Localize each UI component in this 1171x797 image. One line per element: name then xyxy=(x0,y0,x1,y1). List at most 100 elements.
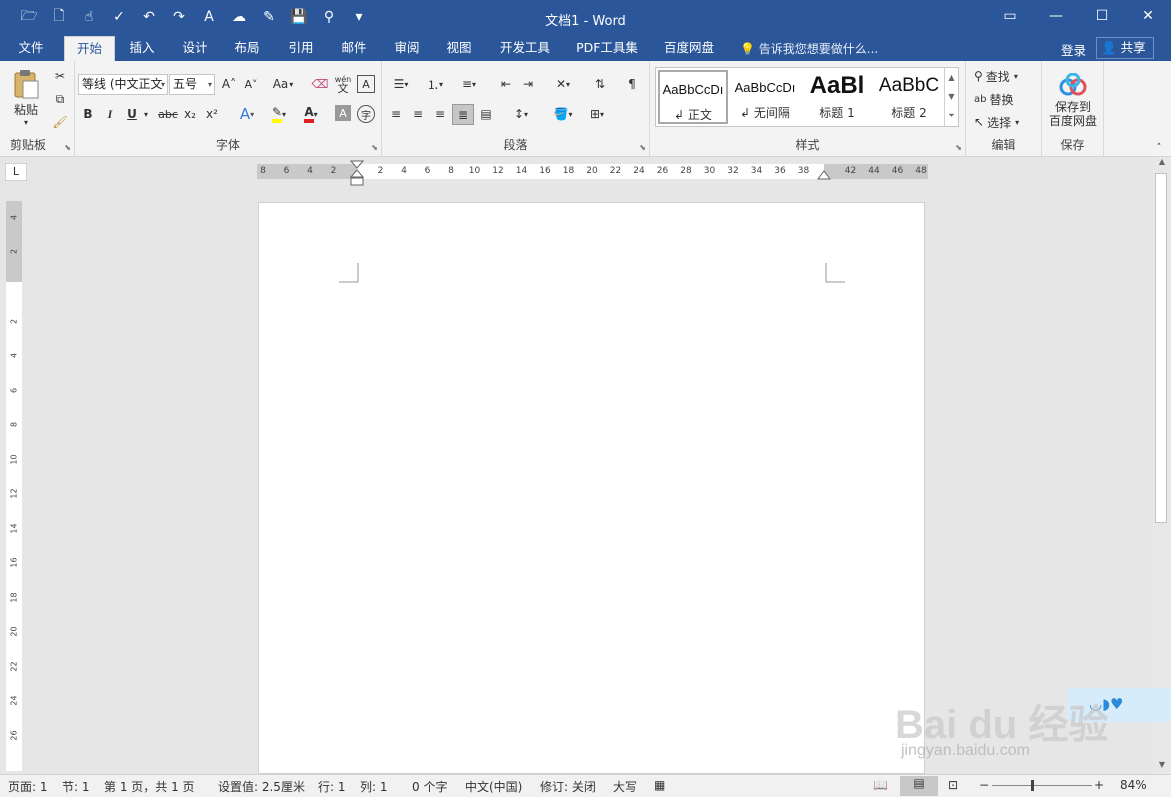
enclose-characters-icon[interactable]: 字 xyxy=(357,105,375,123)
tab-review[interactable]: 审阅 xyxy=(385,36,429,61)
print-layout-icon[interactable]: ▤ xyxy=(900,776,938,796)
chinese-layout-icon[interactable]: ✕ ▾ xyxy=(548,75,578,93)
status-column[interactable]: 列: 1 xyxy=(360,778,388,795)
collapse-ribbon-icon[interactable]: ˄ xyxy=(1151,141,1167,155)
grow-font-button[interactable]: A˄ xyxy=(220,75,238,93)
style-heading-2[interactable]: AaBbC 标题 2 xyxy=(874,70,944,124)
document-page[interactable] xyxy=(258,202,925,774)
style-no-spacing[interactable]: AaBbCcDı ↲ 无间隔 xyxy=(730,70,800,124)
line-spacing-icon[interactable]: ↕ ▾ xyxy=(506,105,536,123)
status-track-changes[interactable]: 修订: 关闭 xyxy=(540,778,596,795)
zoom-out-button[interactable]: − xyxy=(979,778,989,792)
find-button[interactable]: ⚲ 查找 ▾ xyxy=(974,67,1038,85)
status-setting[interactable]: 设置值: 2.5厘米 xyxy=(218,778,305,795)
paragraph-dialog-launcher-icon[interactable]: ⬊ xyxy=(639,143,646,152)
status-caps-lock[interactable]: 大写 xyxy=(613,778,637,795)
maximize-button[interactable]: ☐ xyxy=(1079,0,1125,32)
borders-icon[interactable]: ⊞ ▾ xyxy=(582,105,612,123)
scroll-up-arrow-icon[interactable]: ▲ xyxy=(1153,157,1171,171)
underline-button[interactable]: U xyxy=(123,105,141,123)
copy-icon[interactable]: ⧉ xyxy=(50,90,70,108)
ribbon-display-options-icon[interactable]: ▭ xyxy=(987,0,1033,32)
zoom-slider-thumb[interactable] xyxy=(1031,780,1034,791)
select-button[interactable]: ↖ 选择 ▾ xyxy=(974,113,1038,131)
paste-button[interactable]: 粘贴 ▾ xyxy=(6,67,46,129)
bullets-icon[interactable]: ☰ ▾ xyxy=(386,75,416,93)
character-shading-icon[interactable]: A xyxy=(335,105,351,121)
zoom-in-button[interactable]: + xyxy=(1094,778,1104,792)
shading-icon[interactable]: 🪣 ▾ xyxy=(548,105,578,123)
zoom-slider-track[interactable] xyxy=(992,785,1092,786)
vertical-ruler[interactable]: 4 2 2 4 6 8 10 12 14 16 18 20 22 24 26 xyxy=(6,201,22,771)
font-name-combo[interactable]: 等线 (中文正文 ▾ xyxy=(78,74,168,95)
tell-me-box[interactable]: 💡 告诉我您想要做什么... xyxy=(740,40,878,57)
underline-dropdown-icon[interactable]: ▾ xyxy=(141,105,151,123)
more-styles-icon[interactable]: ⏷ xyxy=(945,106,958,125)
paste-dropdown-icon[interactable]: ▾ xyxy=(24,118,28,127)
increase-indent-icon[interactable]: ⇥ xyxy=(518,75,538,93)
right-indent-marker-icon[interactable] xyxy=(817,170,831,180)
save-to-baidu-netdisk-button[interactable]: 保存到 百度网盘 xyxy=(1044,67,1102,133)
tab-layout[interactable]: 布局 xyxy=(225,36,269,61)
italic-button[interactable]: I xyxy=(101,105,119,123)
highlight-color-icon[interactable]: ✎ ▾ xyxy=(265,105,293,123)
superscript-button[interactable]: x² xyxy=(203,105,221,123)
scroll-up-icon[interactable]: ▲ xyxy=(945,68,958,87)
scrollbar-thumb[interactable] xyxy=(1155,173,1167,523)
character-border-icon[interactable]: A xyxy=(357,75,375,93)
clipboard-dialog-launcher-icon[interactable]: ⬊ xyxy=(64,143,71,152)
login-link[interactable]: 登录 xyxy=(1061,40,1086,59)
phonetic-guide-button[interactable]: wén 文 xyxy=(333,73,353,95)
numbering-icon[interactable]: ⒈ ▾ xyxy=(420,75,450,93)
tab-design[interactable]: 设计 xyxy=(173,36,217,61)
style-normal[interactable]: AaBbCcDı ↲ 正文 xyxy=(658,70,728,124)
tab-pdf-tools[interactable]: PDF工具集 xyxy=(571,36,643,61)
tab-baidu-netdisk[interactable]: 百度网盘 xyxy=(657,36,721,61)
align-right-icon[interactable]: ≡ xyxy=(430,105,450,123)
format-painter-icon[interactable]: 🖌 xyxy=(50,113,70,131)
tab-file[interactable]: 文件 xyxy=(8,36,54,61)
multilevel-list-icon[interactable]: ≡ ▾ xyxy=(454,75,484,93)
decrease-indent-icon[interactable]: ⇤ xyxy=(496,75,516,93)
share-button[interactable]: 👤 共享 xyxy=(1096,37,1154,59)
bold-button[interactable]: B xyxy=(79,105,97,123)
indent-markers-icon[interactable] xyxy=(350,160,364,186)
macro-record-icon[interactable]: ▦ xyxy=(654,778,665,792)
tab-mailings[interactable]: 邮件 xyxy=(332,36,376,61)
status-language[interactable]: 中文(中国) xyxy=(465,778,522,795)
cut-icon[interactable]: ✂ xyxy=(50,67,70,85)
font-color-icon[interactable]: A ▾ xyxy=(297,105,325,123)
align-left-icon[interactable]: ≡ xyxy=(386,105,406,123)
tab-references[interactable]: 引用 xyxy=(279,36,323,61)
subscript-button[interactable]: x₂ xyxy=(181,105,199,123)
scroll-down-icon[interactable]: ▼ xyxy=(945,87,958,106)
tab-developer[interactable]: 开发工具 xyxy=(494,36,556,61)
strikethrough-button[interactable]: abc xyxy=(157,105,179,123)
text-effects-icon[interactable]: A ▾ xyxy=(233,105,261,123)
styles-gallery-scroller[interactable]: ▲ ▼ ⏷ xyxy=(944,68,958,126)
style-heading-1[interactable]: AaBl 标题 1 xyxy=(802,70,872,124)
distributed-icon[interactable]: ▤ xyxy=(476,105,496,123)
tab-insert[interactable]: 插入 xyxy=(120,36,164,61)
status-page[interactable]: 页面: 1 xyxy=(8,778,48,795)
web-layout-icon[interactable]: ⊡ xyxy=(948,778,958,792)
tab-home[interactable]: 开始 xyxy=(64,36,115,61)
zoom-level[interactable]: 84% xyxy=(1120,778,1147,792)
show-formatting-icon[interactable]: ¶ xyxy=(622,75,642,93)
minimize-button[interactable]: — xyxy=(1033,0,1079,32)
change-case-button[interactable]: Aa ▾ xyxy=(270,75,296,93)
close-button[interactable]: ✕ xyxy=(1125,0,1171,32)
styles-dialog-launcher-icon[interactable]: ⬊ xyxy=(955,143,962,152)
read-mode-icon[interactable]: 📖 xyxy=(873,778,888,792)
justify-icon[interactable]: ≣ xyxy=(452,104,474,125)
replace-button[interactable]: ab 替换 xyxy=(974,90,1038,108)
sort-icon[interactable]: ⇅ xyxy=(590,75,610,93)
align-center-icon[interactable]: ≡ xyxy=(408,105,428,123)
status-section[interactable]: 节: 1 xyxy=(62,778,90,795)
font-dialog-launcher-icon[interactable]: ⬊ xyxy=(371,143,378,152)
tab-view[interactable]: 视图 xyxy=(437,36,481,61)
shrink-font-button[interactable]: A˅ xyxy=(242,75,260,93)
status-word-count[interactable]: 0 个字 xyxy=(412,778,447,795)
status-line[interactable]: 行: 1 xyxy=(318,778,346,795)
status-page-count[interactable]: 第 1 页，共 1 页 xyxy=(104,778,195,795)
